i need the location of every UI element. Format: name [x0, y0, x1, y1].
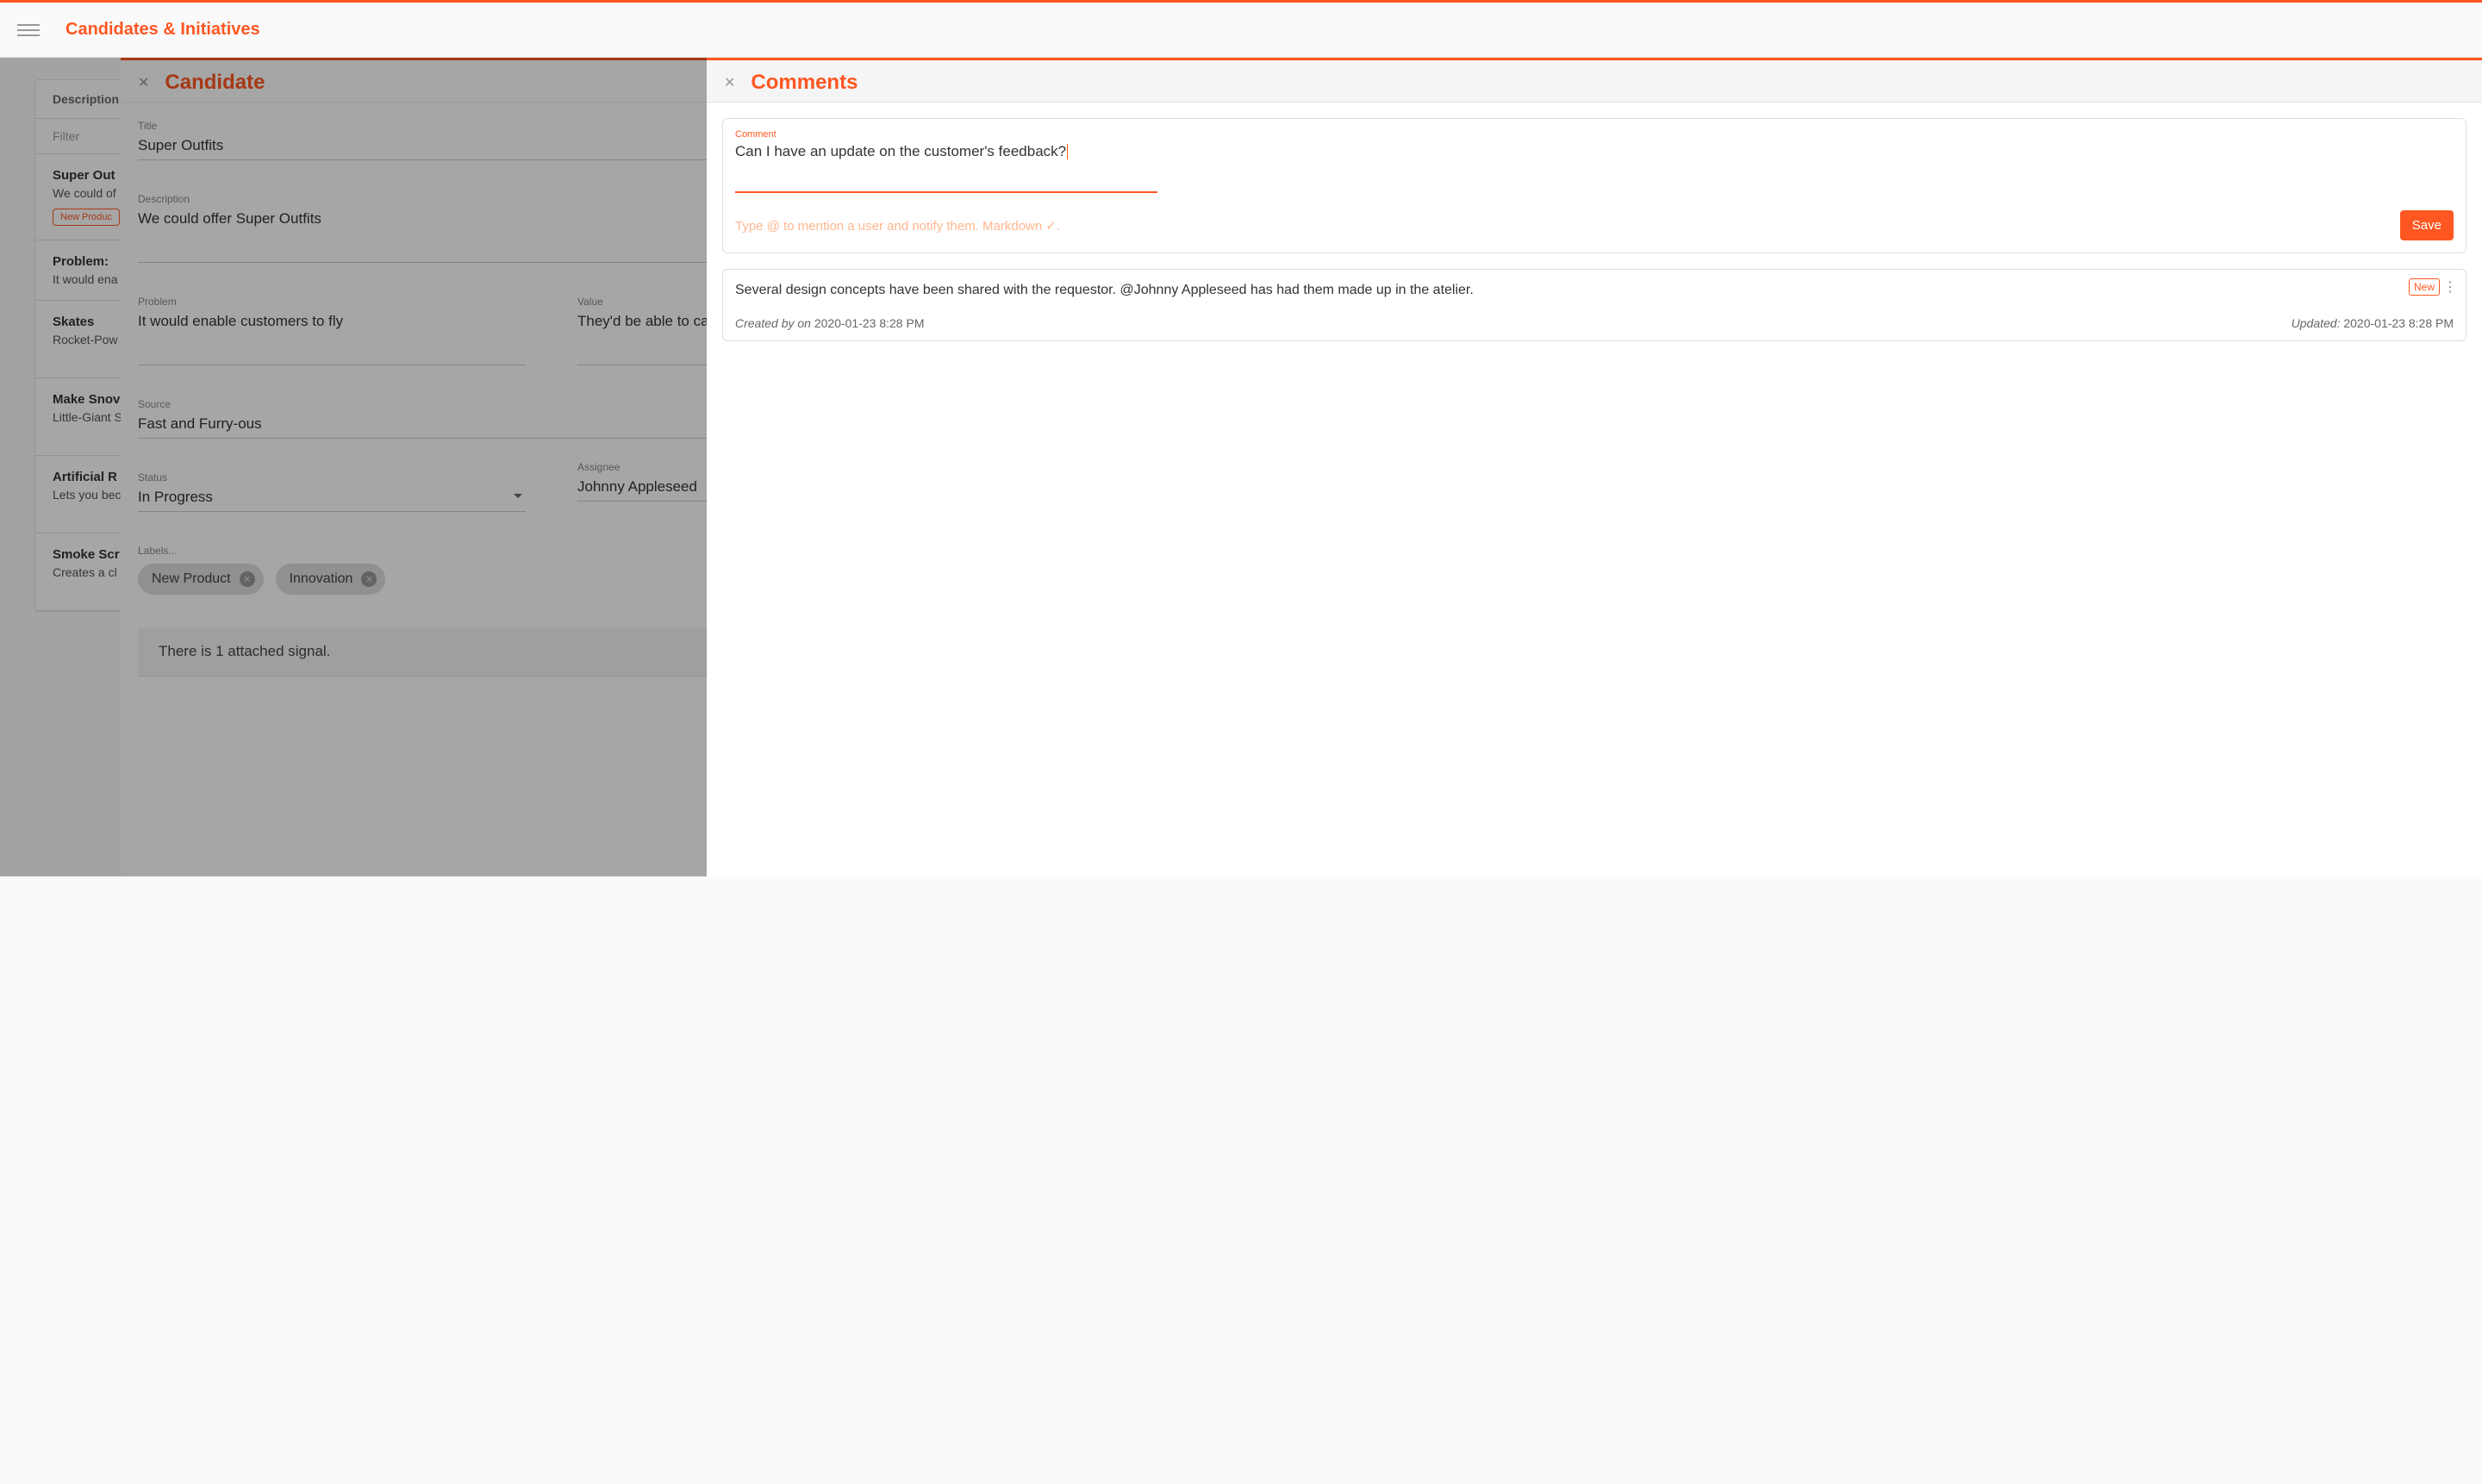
comments-header: ✕ Comments: [707, 60, 2482, 103]
created-value: 2020-01-23 8:28 PM: [814, 316, 925, 330]
close-icon[interactable]: ✕: [724, 74, 735, 91]
comment-text-value: Can I have an update on the customer's f…: [735, 143, 1066, 159]
modal-scrim[interactable]: [0, 58, 707, 876]
comment-input-card: Comment Can I have an update on the cust…: [722, 118, 2466, 253]
comment-field-label: Comment: [735, 129, 2454, 140]
comment-item: Several design concepts have been shared…: [722, 269, 2466, 341]
created-label: Created by on: [735, 316, 811, 330]
updated-value: 2020-01-23 8:28 PM: [2343, 316, 2454, 330]
more-icon[interactable]: ⋮: [2443, 278, 2457, 296]
app-title: Candidates & Initiatives: [65, 20, 260, 40]
comment-helper-text: Type @ to mention a user and notify them…: [735, 218, 1060, 234]
comments-panel: ✕ Comments Comment Can I have an update …: [707, 58, 2482, 876]
comment-body: Several design concepts have been shared…: [735, 280, 2454, 301]
updated-label: Updated:: [2292, 316, 2341, 330]
main-area: Description Filter Super Out We could of…: [0, 58, 2482, 876]
comment-updated: Updated: 2020-01-23 8:28 PM: [2292, 316, 2454, 330]
hamburger-menu-icon[interactable]: [17, 24, 40, 36]
app-header: Candidates & Initiatives: [0, 3, 2482, 58]
comments-panel-title: Comments: [751, 71, 857, 95]
comment-textarea[interactable]: Can I have an update on the customer's f…: [735, 143, 1157, 193]
comment-created: Created by on 2020-01-23 8:28 PM: [735, 316, 924, 330]
text-caret: [1067, 144, 1068, 159]
save-button[interactable]: Save: [2400, 210, 2454, 240]
new-badge: New: [2409, 278, 2440, 296]
